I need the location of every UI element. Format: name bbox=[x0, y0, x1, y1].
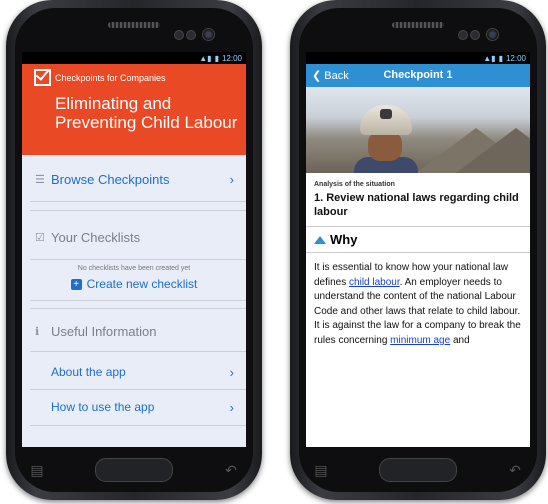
photo-child-face bbox=[368, 131, 402, 161]
why-paragraph: It is essential to know how your nationa… bbox=[306, 253, 530, 348]
checklists-label: Your Checklists bbox=[51, 229, 141, 245]
divider bbox=[30, 201, 246, 202]
checkpoint-heading: 1. Review national laws regarding child … bbox=[314, 192, 519, 218]
main-menu: ☰ Browse Checkpoints › ☑ Your Checklists… bbox=[22, 155, 246, 447]
speaker-grille bbox=[392, 22, 444, 28]
divider bbox=[30, 351, 246, 352]
divider bbox=[30, 425, 246, 426]
checkbox-logo-icon bbox=[34, 69, 51, 86]
chevron-right-icon: › bbox=[229, 364, 234, 380]
chevron-right-icon: › bbox=[229, 171, 234, 187]
menu-key-icon[interactable]: ▤ bbox=[306, 462, 336, 479]
wifi-signal-icon: ▲▮ bbox=[483, 53, 496, 63]
hardware-keys: ▤ ↶ bbox=[306, 450, 530, 490]
speaker-grille bbox=[108, 22, 160, 28]
divider bbox=[30, 210, 246, 211]
create-label: Create new checklist bbox=[86, 277, 198, 291]
divider bbox=[30, 259, 246, 260]
plus-icon: + bbox=[70, 278, 82, 290]
app-screen-home: ▲▮ ▮ 12:00 Checkpoints for Companies Eli… bbox=[22, 52, 246, 447]
photo-mountain bbox=[456, 128, 530, 173]
empty-checklists-note: No checklists have been created yet bbox=[77, 265, 191, 272]
about-app-item[interactable]: About the app › bbox=[22, 362, 246, 382]
hardware-keys: ▤ ↶ bbox=[22, 450, 246, 490]
child-labour-link[interactable]: child labour bbox=[349, 277, 400, 288]
create-checklist-button[interactable]: + Create new checklist bbox=[22, 276, 246, 292]
wifi-signal-icon: ▲▮ bbox=[199, 53, 212, 63]
how-to-use-item[interactable]: How to use the app › bbox=[22, 397, 246, 417]
sensor-icon bbox=[174, 30, 184, 40]
phone-right: ▲▮ ▮ 12:00 ❮ Back Checkpoint 1 Analysis … bbox=[290, 0, 546, 500]
minimum-age-link[interactable]: minimum age bbox=[390, 335, 450, 346]
sensor-icon bbox=[186, 30, 196, 40]
divider bbox=[30, 389, 246, 390]
sensor-icon bbox=[470, 30, 480, 40]
howto-label: How to use the app bbox=[51, 400, 155, 414]
paragraph-text: and bbox=[450, 334, 470, 346]
useful-label: Useful Information bbox=[51, 323, 157, 339]
divider bbox=[30, 300, 246, 301]
checkpoint-photo bbox=[306, 87, 530, 173]
front-camera-icon bbox=[486, 28, 499, 41]
battery-icon: ▮ bbox=[214, 53, 219, 63]
chevron-right-icon: › bbox=[229, 399, 234, 415]
page-title: Eliminating and Preventing Child Labour bbox=[55, 94, 238, 132]
why-label: Why bbox=[330, 232, 358, 247]
about-label: About the app bbox=[51, 365, 126, 379]
status-time: 12:00 bbox=[505, 53, 526, 63]
status-time: 12:00 bbox=[221, 53, 242, 63]
battery-icon: ▮ bbox=[498, 53, 503, 63]
status-bar: ▲▮ ▮ 12:00 bbox=[306, 52, 530, 64]
sensor-icon bbox=[458, 30, 468, 40]
divider bbox=[30, 308, 246, 309]
home-button[interactable] bbox=[95, 458, 173, 482]
back-key-icon[interactable]: ↶ bbox=[500, 462, 530, 479]
home-button[interactable] bbox=[379, 458, 457, 482]
brand-label: Checkpoints for Companies bbox=[55, 73, 166, 83]
app-header: Checkpoints for Companies Eliminating an… bbox=[22, 64, 246, 155]
your-checklists-header: ☑ Your Checklists bbox=[22, 227, 246, 247]
useful-information-header: ℹ Useful Information bbox=[22, 321, 246, 341]
browse-label: Browse Checkpoints bbox=[51, 171, 170, 187]
checkbox-icon: ☑ bbox=[35, 231, 45, 244]
collapse-triangle-icon bbox=[314, 235, 326, 244]
nav-title: Checkpoint 1 bbox=[383, 69, 453, 81]
status-bar: ▲▮ ▮ 12:00 bbox=[22, 52, 246, 64]
phone-left: ▲▮ ▮ 12:00 Checkpoints for Companies Eli… bbox=[6, 0, 262, 500]
browse-checkpoints-item[interactable]: ☰ Browse Checkpoints › bbox=[22, 169, 246, 189]
app-screen-checkpoint: ▲▮ ▮ 12:00 ❮ Back Checkpoint 1 Analysis … bbox=[306, 52, 530, 447]
list-icon: ☰ bbox=[35, 173, 45, 186]
section-label: Analysis of the situation bbox=[314, 181, 395, 188]
front-camera-icon bbox=[202, 28, 215, 41]
back-key-icon[interactable]: ↶ bbox=[216, 462, 246, 479]
info-icon: ℹ bbox=[35, 325, 40, 338]
photo-lamp bbox=[380, 109, 392, 119]
menu-key-icon[interactable]: ▤ bbox=[22, 462, 52, 479]
nav-bar: ❮ Back Checkpoint 1 bbox=[306, 64, 530, 87]
why-toggle[interactable]: Why bbox=[306, 227, 530, 252]
